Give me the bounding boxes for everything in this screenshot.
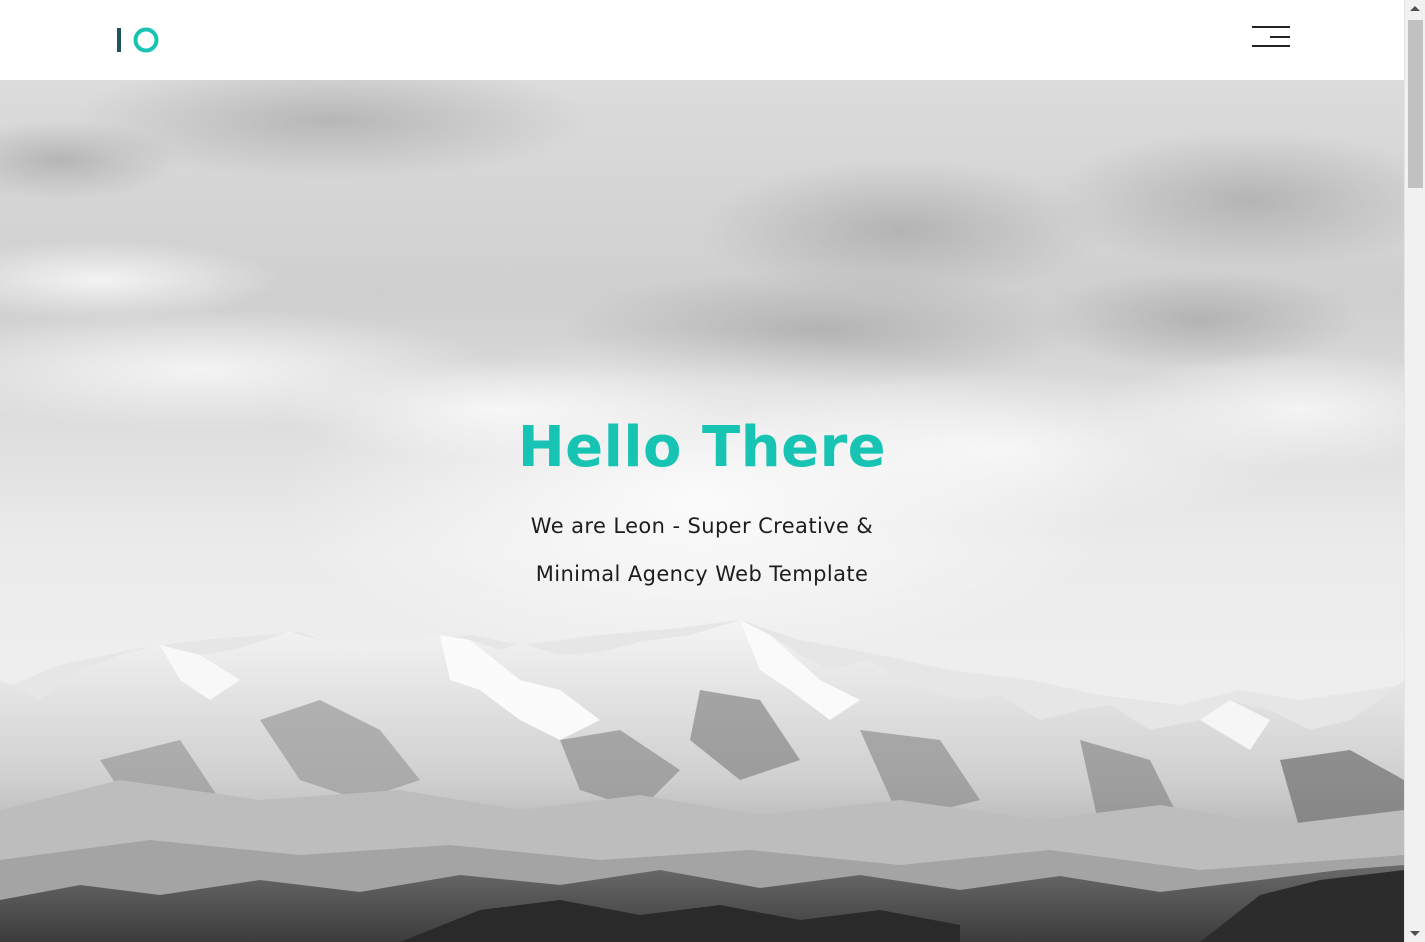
- scroll-up-arrow-icon[interactable]: [1410, 6, 1420, 11]
- logo-mark-icon: [117, 27, 159, 53]
- site-logo[interactable]: [117, 26, 161, 54]
- site-header: [0, 0, 1404, 80]
- hero-title: Hello There: [517, 415, 887, 480]
- hero-subtitle: We are Leon - Super Creative & Minimal A…: [530, 514, 874, 586]
- hamburger-menu-button[interactable]: [1250, 24, 1292, 50]
- hero-section: Hello There We are Leon - Super Creative…: [0, 80, 1404, 942]
- hamburger-menu-icon: [1252, 26, 1290, 28]
- page: Hello There We are Leon - Super Creative…: [0, 0, 1404, 942]
- scrollbar-thumb[interactable]: [1408, 20, 1423, 188]
- scroll-down-arrow-icon[interactable]: [1410, 931, 1420, 936]
- vertical-scrollbar[interactable]: [1404, 0, 1425, 942]
- hero-content: Hello There We are Leon - Super Creative…: [0, 420, 1404, 598]
